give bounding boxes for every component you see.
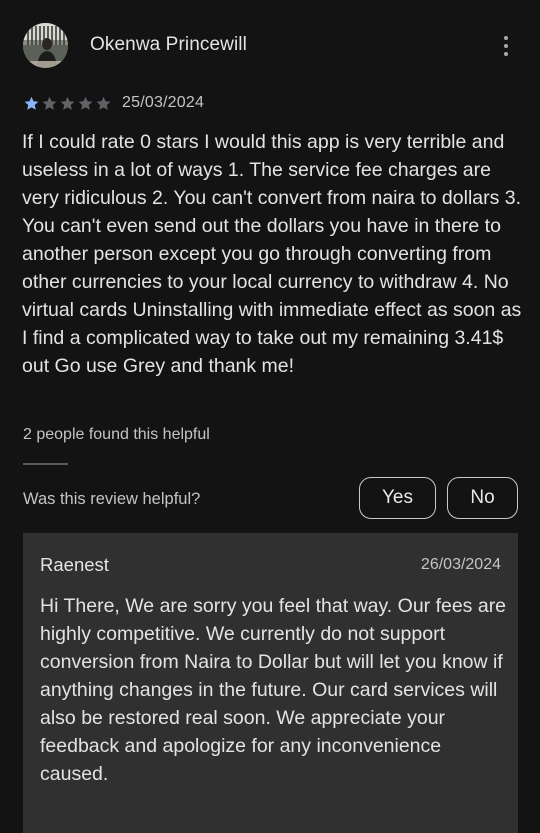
helpful-count: 2 people found this helpful bbox=[23, 426, 210, 443]
reply-text: Hi There, We are sorry you feel that way… bbox=[40, 595, 507, 785]
reviewer-name: Okenwa Princewill bbox=[90, 34, 247, 55]
menu-dot bbox=[504, 52, 508, 56]
review-date: 25/03/2024 bbox=[122, 94, 205, 111]
rating-row: 25/03/2024 bbox=[23, 92, 204, 114]
star-icon bbox=[24, 96, 39, 110]
star-icon bbox=[42, 96, 57, 110]
review-text: If I could rate 0 stars I would this app… bbox=[22, 131, 522, 377]
more-vert-icon[interactable] bbox=[494, 32, 518, 60]
developer-name: Raenest bbox=[40, 554, 109, 575]
no-button[interactable]: No bbox=[447, 477, 518, 519]
menu-dot bbox=[504, 44, 508, 48]
reviewer-avatar bbox=[23, 23, 68, 68]
star-rating bbox=[23, 95, 112, 112]
review-header: Okenwa Princewill bbox=[0, 0, 540, 90]
menu-dot bbox=[504, 36, 508, 40]
reply-date: 26/03/2024 bbox=[420, 556, 501, 573]
developer-reply: Raenest 26/03/2024 Hi There, We are sorr… bbox=[23, 533, 518, 833]
divider bbox=[23, 463, 68, 465]
star-icon bbox=[60, 96, 75, 110]
star-icon bbox=[78, 96, 93, 110]
star-icon bbox=[96, 96, 111, 110]
helpful-question: Was this review helpful? bbox=[23, 490, 201, 508]
yes-button[interactable]: Yes bbox=[359, 477, 436, 519]
